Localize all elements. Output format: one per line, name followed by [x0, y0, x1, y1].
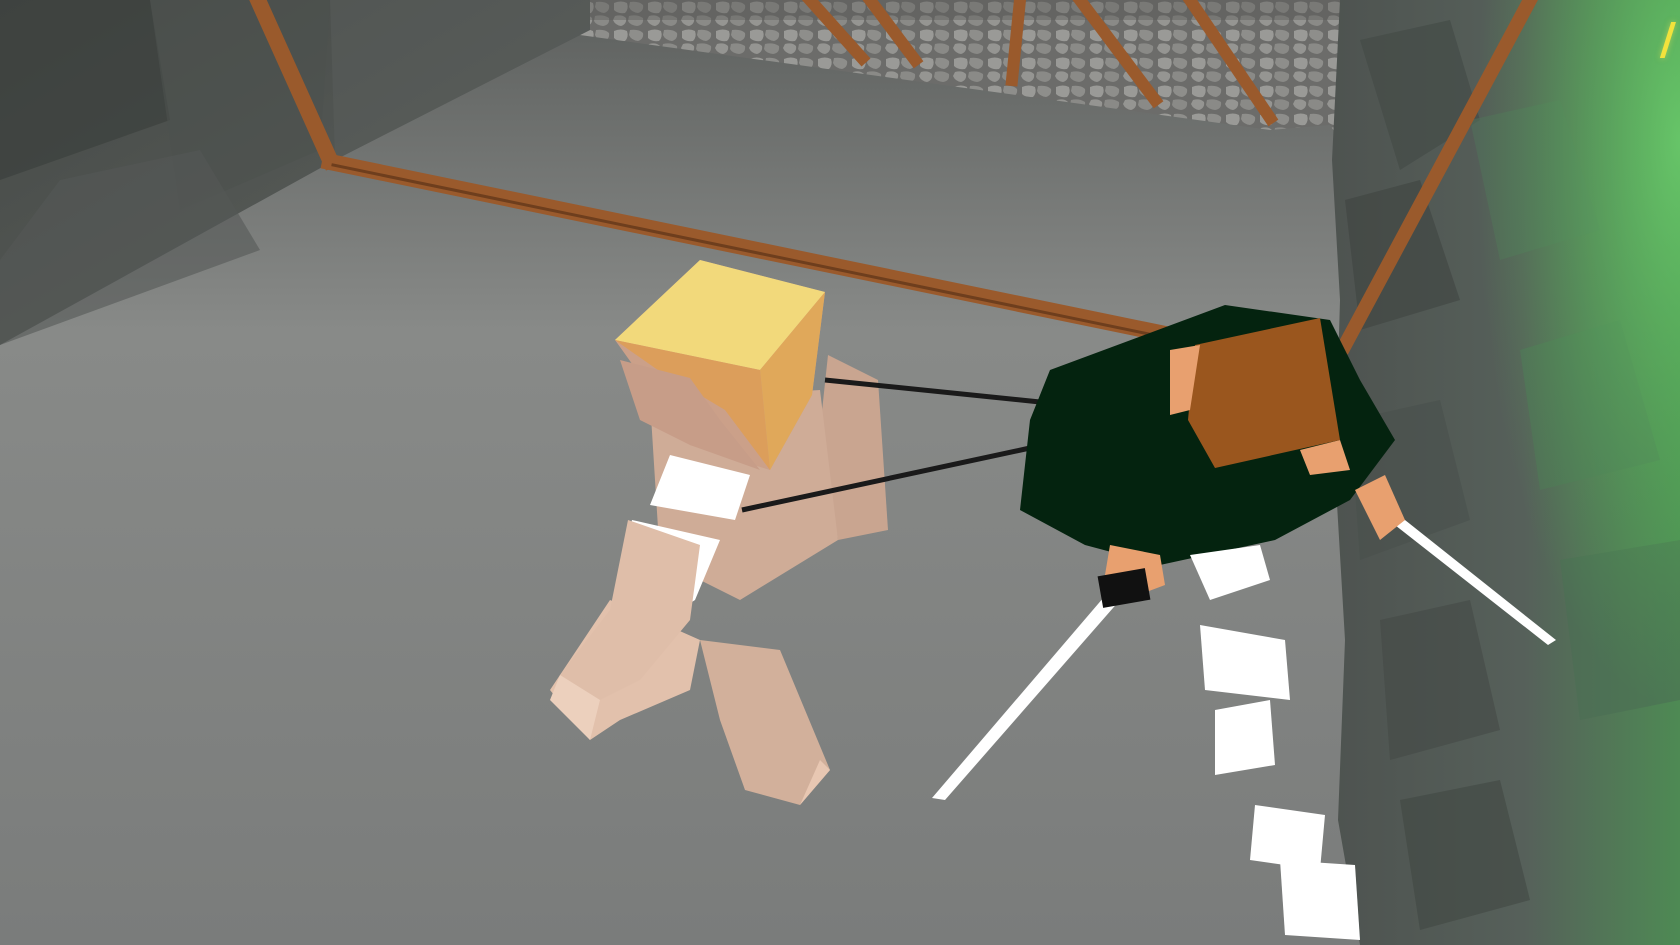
game-viewport[interactable]: / — [0, 0, 1680, 945]
game-scene[interactable] — [0, 0, 1680, 945]
right-wall — [1332, 0, 1680, 945]
